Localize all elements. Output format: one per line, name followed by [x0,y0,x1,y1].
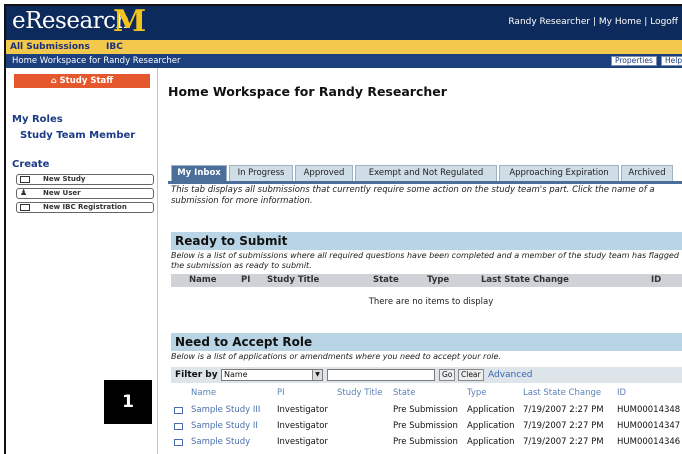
ready-table-header: Name PI Study Title State Type Last Stat… [171,274,682,287]
new-user-button[interactable]: ♟ New User [16,188,154,199]
tab-in-progress[interactable]: In Progress [229,165,293,181]
dropdown-arrow-icon[interactable]: ▼ [312,370,322,380]
state-cell: Pre Submission [393,421,458,431]
logoff-link[interactable]: Logoff [650,17,678,27]
col-id[interactable]: ID [617,388,626,398]
filter-text-input[interactable] [327,369,435,381]
state-cell: Pre Submission [393,437,458,447]
role-study-team-member[interactable]: Study Team Member [20,130,135,141]
my-roles-heading: My Roles [12,114,63,125]
need-to-accept-role-heading: Need to Accept Role [171,333,682,351]
main-content: Home Workspace for Randy Researcher My I… [168,68,682,454]
ready-empty-message: There are no items to display [368,297,494,307]
document-icon [174,439,183,446]
all-submissions-link[interactable]: All Submissions [10,42,90,52]
col-last-state-change[interactable]: Last State Change [523,388,601,398]
clear-button[interactable]: Clear [458,369,484,381]
go-button[interactable]: Go [439,369,456,381]
create-heading: Create [12,159,50,170]
col-id[interactable]: ID [651,275,661,285]
document-icon [174,423,183,430]
filter-selected-value: Name [224,370,248,379]
new-ibc-registration-button[interactable]: New IBC Registration [16,202,154,213]
col-type[interactable]: Type [427,275,449,285]
study-name-link[interactable]: Sample Study III [191,405,260,415]
study-staff-button[interactable]: ⌂ Study Staff [14,74,150,88]
col-name[interactable]: Name [191,388,216,398]
tab-exempt-not-regulated[interactable]: Exempt and Not Regulated [355,165,497,181]
filter-bar: Filter by Name ▼ Go Clear Advanced [171,367,682,383]
tab-archived[interactable]: Archived [621,165,673,181]
pi-cell: Investigator [277,421,328,431]
col-name[interactable]: Name [189,275,216,285]
advanced-search-link[interactable]: Advanced [488,370,532,380]
study-name-link[interactable]: Sample Study II [191,421,258,431]
study-name-link[interactable]: Sample Study [191,437,250,447]
study-staff-label: Study Staff [59,76,114,86]
state-cell: Pre Submission [393,405,458,415]
type-cell: Application [467,405,515,415]
pi-cell: Investigator [277,405,328,415]
step-callout-badge: 1 [104,380,152,424]
ibc-link[interactable]: IBC [106,42,123,52]
need-to-accept-role-description: Below is a list of applications or amend… [171,352,501,361]
col-last-state-change[interactable]: Last State Change [481,275,569,285]
tab-underline [168,181,682,184]
pi-cell: Investigator [277,437,328,447]
properties-button[interactable]: Properties [611,56,657,66]
help-button[interactable]: Help [661,56,682,66]
id-cell: HUM00014348 [617,405,681,415]
user-nav: Randy Researcher | My Home | Logoff [508,17,678,27]
nav-separator: | [592,17,596,27]
col-state[interactable]: State [393,388,416,398]
col-type[interactable]: Type [467,388,487,398]
tab-approved[interactable]: Approved [295,165,353,181]
date-cell: 7/19/2007 2:27 PM [523,437,604,447]
accept-table-header: Name PI Study Title State Type Last Stat… [171,388,682,400]
tab-approaching-expiration[interactable]: Approaching Expiration [499,165,619,181]
document-icon [174,407,183,414]
id-cell: HUM00014347 [617,421,681,431]
col-state[interactable]: State [373,275,399,285]
new-user-label: New User [43,189,81,197]
page-title: Home Workspace for Randy Researcher [168,84,447,99]
document-icon [20,204,30,211]
new-study-label: New Study [43,175,86,183]
filter-label: Filter by [175,370,218,380]
breadcrumb[interactable]: Home Workspace for Randy Researcher [12,56,181,66]
breadcrumb-bar: Home Workspace for Randy Researcher Prop… [6,54,682,68]
sub-navigation: All Submissions IBC [6,40,682,54]
col-study-title[interactable]: Study Title [267,275,319,285]
table-row: Sample Study Investigator Pre Submission… [171,436,682,450]
type-cell: Application [467,437,515,447]
university-logo-mark: M [113,4,147,39]
date-cell: 7/19/2007 2:27 PM [523,421,604,431]
col-pi[interactable]: PI [277,388,285,398]
new-study-button[interactable]: New Study [16,174,154,185]
new-ibc-registration-label: New IBC Registration [43,203,127,211]
my-home-link[interactable]: My Home [599,17,642,27]
ready-to-submit-description: Below is a list of submissions where all… [171,251,679,270]
user-name: Randy Researcher [508,17,591,27]
top-header: eResearch M Randy Researcher | My Home |… [6,6,682,40]
home-icon: ⌂ [50,76,57,85]
ready-to-submit-heading: Ready to Submit [171,232,682,250]
date-cell: 7/19/2007 2:27 PM [523,405,604,415]
document-icon [20,176,30,183]
col-pi[interactable]: PI [241,275,250,285]
tab-my-inbox[interactable]: My Inbox [171,165,227,181]
user-icon: ♟ [20,188,28,197]
tab-description: This tab displays all submissions that c… [171,185,655,206]
nav-separator: | [644,17,648,27]
col-study-title[interactable]: Study Title [337,388,382,398]
filter-by-select[interactable]: Name ▼ [221,369,323,381]
table-row: Sample Study II Investigator Pre Submiss… [171,420,682,434]
type-cell: Application [467,421,515,431]
table-row: Sample Study III Investigator Pre Submis… [171,404,682,418]
id-cell: HUM00014346 [617,437,681,447]
